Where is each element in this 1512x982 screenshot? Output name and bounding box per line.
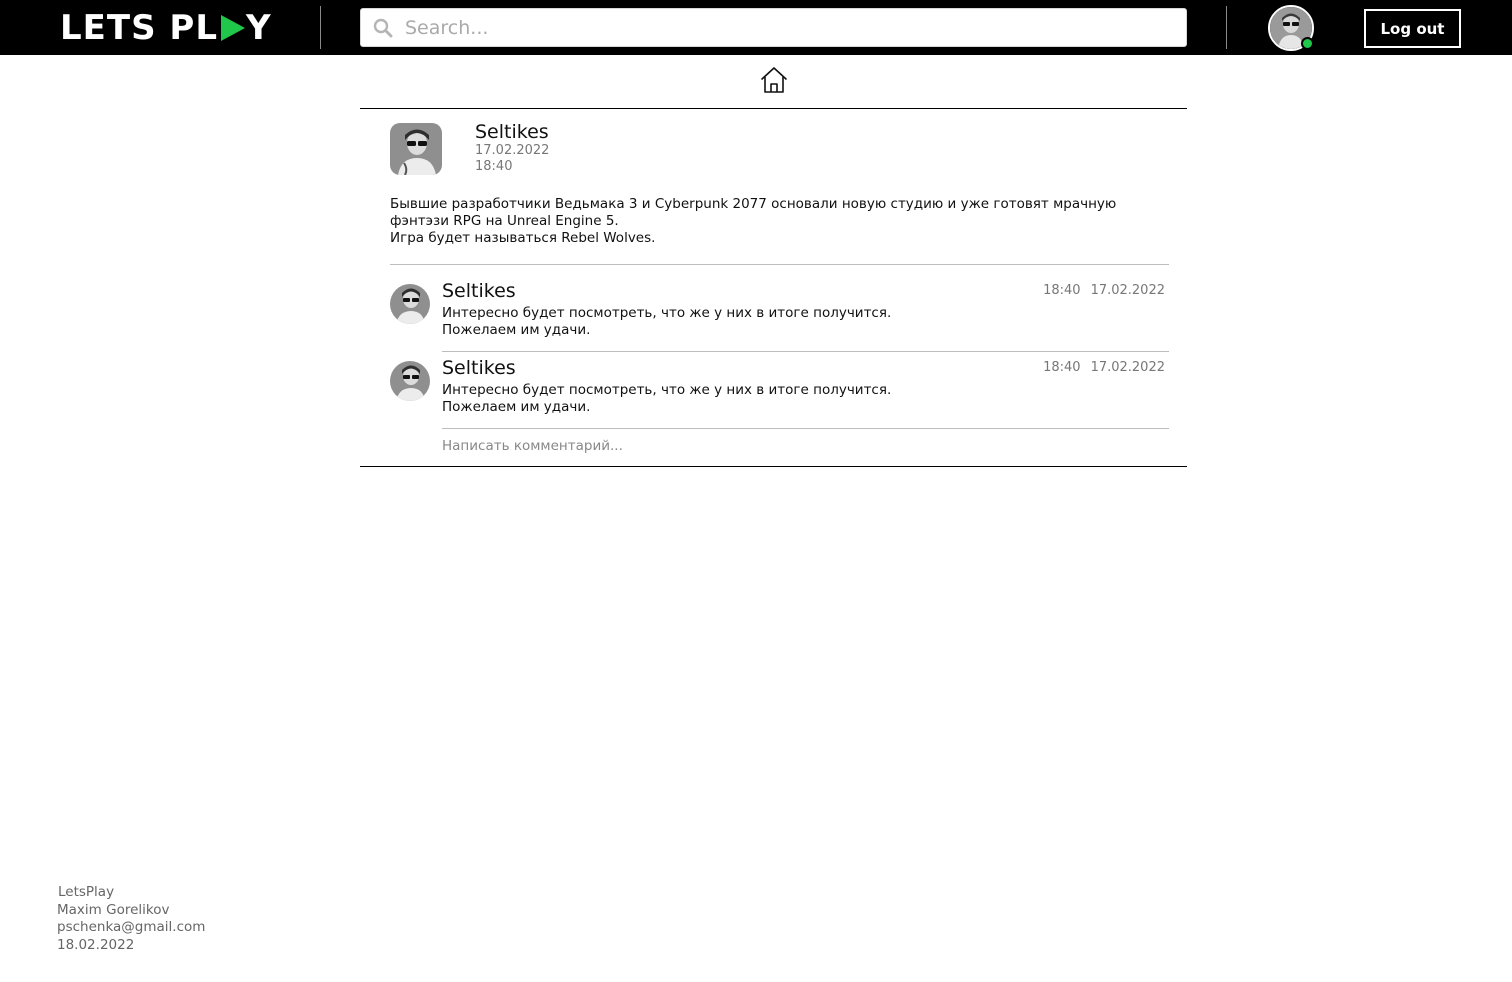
play-icon — [221, 15, 245, 41]
divider — [1226, 6, 1227, 49]
comment-author-avatar[interactable] — [390, 361, 430, 401]
post-body: Бывшие разработчики Ведьмака 3 и Cyberpu… — [390, 196, 1150, 247]
post-author-name[interactable]: Seltikes — [475, 121, 549, 143]
footer-email[interactable]: pschenka@gmail.com — [57, 919, 205, 937]
online-status-indicator — [1301, 37, 1314, 50]
post-time: 18:40 — [475, 159, 513, 174]
post-text-line: Бывшие разработчики Ведьмака 3 и Cyberpu… — [390, 196, 1117, 212]
logo-text-right: Y — [246, 8, 272, 48]
comment-time: 18:40 — [1043, 360, 1081, 375]
search-input[interactable] — [405, 16, 1165, 39]
comment: Seltikes 18:40 17.02.2022 Интересно будет… — [390, 275, 1169, 352]
post-date: 17.02.2022 — [475, 143, 550, 158]
divider — [390, 264, 1169, 265]
footer-app-name: LetsPlay — [58, 884, 115, 900]
comment-input[interactable] — [442, 438, 1142, 454]
search-bar[interactable] — [360, 8, 1187, 47]
post-card: Seltikes 17.02.2022 18:40 Бывшие разрабо… — [360, 109, 1187, 467]
comment-date: 17.02.2022 — [1090, 283, 1165, 298]
comment-meta: 18:40 17.02.2022 — [1043, 360, 1165, 375]
home-nav — [360, 55, 1187, 109]
logout-button[interactable]: Log out — [1364, 9, 1461, 48]
comment-author-name[interactable]: Seltikes — [442, 357, 516, 379]
comment: Seltikes 18:40 17.02.2022 Интересно будет… — [390, 352, 1169, 429]
post-author-avatar[interactable] — [390, 123, 442, 175]
home-icon[interactable] — [759, 66, 789, 98]
footer-author: Maxim Gorelikov — [57, 901, 170, 918]
comment-meta: 18:40 17.02.2022 — [1043, 283, 1165, 298]
divider — [442, 428, 1169, 429]
divider — [320, 6, 321, 49]
comment-author-name[interactable]: Seltikes — [442, 280, 516, 302]
comment-text-line: Пожелаем им удачи. — [442, 399, 591, 415]
comment-time: 18:40 — [1043, 283, 1081, 298]
top-bar: LETS PL Y Log out — [0, 0, 1512, 55]
search-icon — [361, 8, 405, 47]
comment-author-avatar[interactable] — [390, 284, 430, 324]
footer: LetsPlay Maxim Gorelikov pschenka@gmail.… — [57, 884, 205, 954]
comment-text-line: Интересно будет посмотреть, что же у них… — [442, 382, 892, 398]
comment-date: 17.02.2022 — [1090, 360, 1165, 375]
comment-text-line: Интересно будет посмотреть, что же у них… — [442, 305, 892, 321]
post-text-line: фэнтэзи RPG на Unreal Engine 5. — [390, 213, 619, 229]
footer-date: 18.02.2022 — [57, 936, 135, 953]
logo-text-left: LETS PL — [60, 8, 218, 48]
comment-text-line: Пожелаем им удачи. — [442, 322, 591, 338]
logo[interactable]: LETS PL Y — [60, 9, 272, 47]
post-text-line: Игра будет называться Rebel Wolves. — [390, 230, 656, 246]
